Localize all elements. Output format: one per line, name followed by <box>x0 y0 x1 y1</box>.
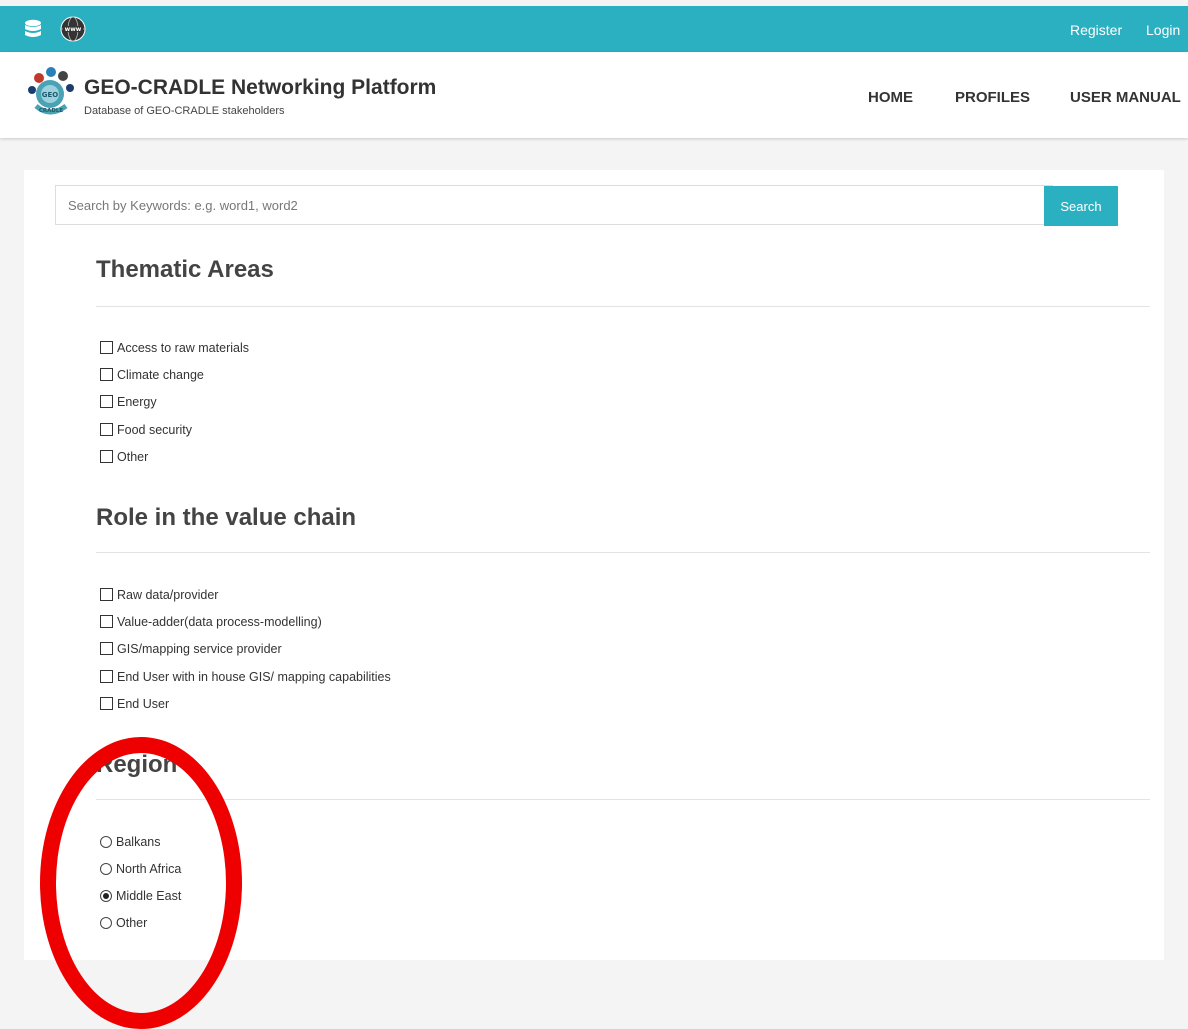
checkbox-option[interactable]: Climate change <box>100 368 204 386</box>
nav-profiles[interactable]: PROFILES <box>955 89 1030 106</box>
checkbox-icon[interactable] <box>100 395 113 408</box>
checkbox-option[interactable]: Access to raw materials <box>100 341 249 359</box>
search-button[interactable]: Search <box>1044 186 1118 226</box>
checkbox-icon[interactable] <box>100 450 113 463</box>
checkbox-option[interactable]: End User <box>100 697 169 715</box>
checkbox-icon[interactable] <box>100 341 113 354</box>
checkbox-option[interactable]: Other <box>100 450 148 468</box>
radio-option[interactable]: Balkans <box>100 835 160 853</box>
site-subtitle: Database of GEO-CRADLE stakeholders <box>84 105 285 117</box>
radio-selected-icon[interactable] <box>100 890 112 902</box>
checkbox-option[interactable]: GIS/mapping service provider <box>100 642 282 660</box>
role-value-chain-heading: Role in the value chain <box>96 504 357 531</box>
checkbox-icon[interactable] <box>100 615 113 628</box>
region-heading: Region <box>96 751 178 778</box>
radio-icon[interactable] <box>100 836 112 848</box>
checkbox-option[interactable]: Food security <box>100 423 192 441</box>
site-title[interactable]: GEO-CRADLE Networking Platform <box>84 76 436 100</box>
nav-user-manual[interactable]: USER MANUAL <box>1070 89 1181 106</box>
checkbox-option[interactable]: Energy <box>100 395 157 413</box>
login-link[interactable]: Login <box>1146 22 1180 38</box>
database-icon[interactable] <box>24 19 42 39</box>
checkbox-option[interactable]: Raw data/provider <box>100 588 218 606</box>
checkbox-icon[interactable] <box>100 670 113 683</box>
checkbox-icon[interactable] <box>100 368 113 381</box>
radio-icon[interactable] <box>100 917 112 929</box>
geo-cradle-logo[interactable]: GEO CRADLE <box>24 66 76 118</box>
svg-text:www: www <box>65 26 82 33</box>
checkbox-option[interactable]: End User with in house GIS/ mapping capa… <box>100 670 391 688</box>
radio-option[interactable]: Other <box>100 916 147 934</box>
radio-icon[interactable] <box>100 863 112 875</box>
checkbox-option[interactable]: Value-adder(data process-modelling) <box>100 615 322 633</box>
www-globe-icon[interactable]: www <box>60 16 86 42</box>
checkbox-icon[interactable] <box>100 697 113 710</box>
search-panel: Search Thematic Areas Access to raw mate… <box>24 170 1164 960</box>
top-bar: www Register Login <box>0 6 1188 52</box>
divider <box>96 552 1150 553</box>
radio-option[interactable]: North Africa <box>100 862 181 880</box>
radio-option-selected[interactable]: Middle East <box>100 889 181 907</box>
nav-home[interactable]: HOME <box>868 89 913 106</box>
divider <box>96 799 1150 800</box>
thematic-areas-heading: Thematic Areas <box>96 256 274 283</box>
checkbox-icon[interactable] <box>100 588 113 601</box>
checkbox-icon[interactable] <box>100 423 113 436</box>
svg-text:GEO: GEO <box>42 91 59 99</box>
svg-text:CRADLE: CRADLE <box>39 108 64 114</box>
checkbox-icon[interactable] <box>100 642 113 655</box>
register-link[interactable]: Register <box>1070 22 1122 38</box>
search-input[interactable] <box>55 185 1053 225</box>
divider <box>96 306 1150 307</box>
site-header: GEO CRADLE GEO-CRADLE Networking Platfor… <box>0 52 1188 138</box>
